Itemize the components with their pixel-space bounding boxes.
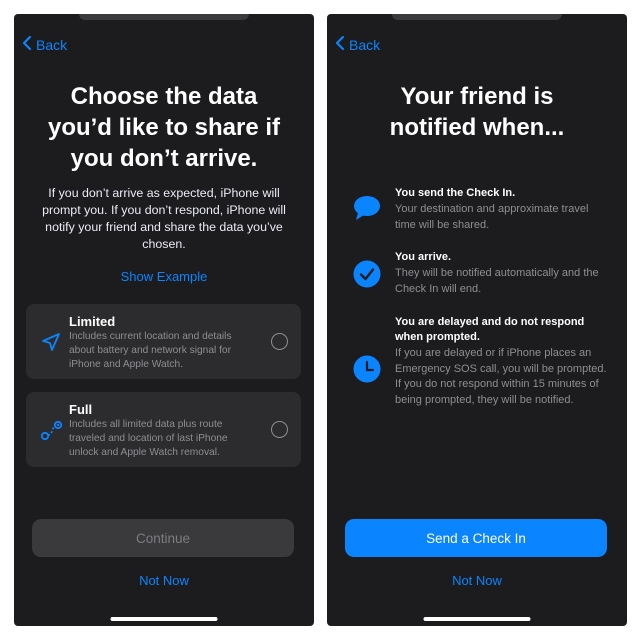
item-description: If you are delayed or if iPhone places a… (395, 347, 607, 406)
location-arrow-icon (39, 330, 63, 354)
home-indicator (423, 617, 531, 621)
status-bar-edge (79, 14, 249, 20)
home-indicator (110, 617, 218, 621)
message-bubble-icon (353, 194, 381, 222)
title-line: you don’t arrive. (70, 145, 258, 172)
back-label: Back (36, 36, 68, 53)
description-text: If you don’t arrive as expected, iPhone … (42, 186, 286, 251)
continue-button[interactable]: Continue (32, 519, 294, 557)
item-title: You send the Check In. (395, 187, 516, 199)
chevron-left-icon (335, 35, 345, 54)
item-description: Your destination and approximate travel … (395, 203, 589, 231)
option-limited[interactable]: Limited Includes current location and de… (26, 304, 301, 379)
left-screen: Back Choose the data you’d like to share… (14, 14, 314, 626)
option-description: Includes current location and details ab… (69, 331, 232, 370)
clock-icon (353, 355, 381, 383)
checkmark-circle-icon (353, 260, 381, 288)
chevron-left-icon (22, 35, 32, 54)
item-title: You are delayed and do not respond when … (395, 316, 585, 343)
item-description: They will be notified automatically and … (395, 267, 599, 295)
item-title: You arrive. (395, 251, 452, 263)
title-line: you’d like to share if (47, 114, 281, 141)
show-example-link[interactable]: Show Example (14, 269, 314, 284)
title-line: Choose the data (70, 83, 258, 110)
page-title: Choose the data you’d like to share if y… (14, 81, 314, 174)
send-check-in-button[interactable]: Send a Check In (345, 519, 607, 557)
title-line: Your friend is (400, 83, 554, 110)
route-icon (39, 418, 63, 442)
not-now-link[interactable]: Not Now (14, 573, 314, 588)
back-button[interactable]: Back (335, 35, 380, 54)
back-label: Back (349, 36, 381, 53)
right-screen: Back Your friend is notified when... You… (327, 14, 627, 626)
option-description: Includes all limited data plus route tra… (69, 419, 228, 458)
not-now-link[interactable]: Not Now (327, 573, 627, 588)
option-title: Full (69, 402, 93, 417)
option-title: Limited (69, 314, 116, 329)
radio-button[interactable] (271, 421, 288, 438)
back-button[interactable]: Back (22, 35, 67, 54)
radio-button[interactable] (271, 333, 288, 350)
title-line: notified when... (389, 114, 565, 141)
option-full[interactable]: Full Includes all limited data plus rout… (26, 392, 301, 467)
status-bar-edge (392, 14, 562, 20)
page-title: Your friend is notified when... (327, 81, 627, 143)
